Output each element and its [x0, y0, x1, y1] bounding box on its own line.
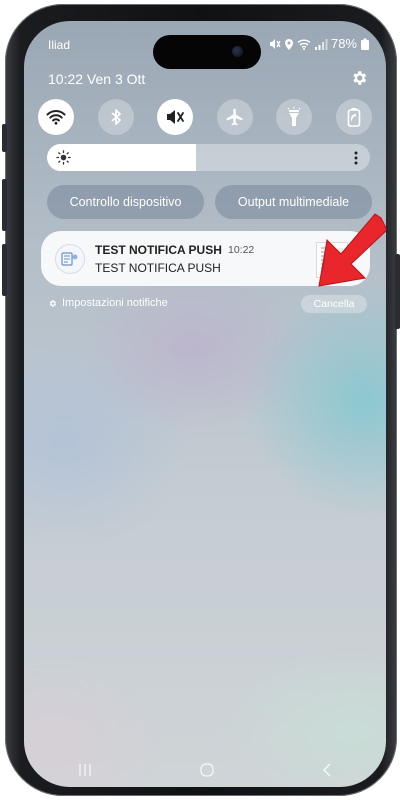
red-arrow-icon: [318, 213, 386, 287]
status-icons: 78%: [269, 36, 370, 51]
clear-button[interactable]: Cancella: [301, 295, 367, 313]
sun-icon: [56, 150, 71, 165]
recents-icon[interactable]: [77, 763, 93, 777]
notification-settings-label: Impostazioni notifiche: [62, 297, 168, 309]
carrier-name: Iliad: [48, 38, 71, 52]
device-control-button[interactable]: Controllo dispositivo: [47, 185, 204, 219]
brightness-slider[interactable]: [47, 144, 370, 171]
back-icon[interactable]: [321, 762, 333, 778]
flashlight-icon: [287, 107, 301, 126]
mute-icon: [167, 110, 185, 124]
home-icon[interactable]: [199, 762, 215, 778]
camera-icon: [232, 46, 243, 57]
power-button: [395, 254, 400, 329]
volume-down-button: [2, 244, 7, 296]
airplane-icon: [226, 108, 243, 126]
notification-title: TEST NOTIFICA PUSH: [95, 243, 222, 257]
quick-settings-row: [38, 99, 372, 135]
notification-settings-link[interactable]: Impostazioni notifiche: [48, 297, 168, 309]
location-icon: [284, 38, 293, 50]
app-icon: [55, 244, 85, 274]
wifi-icon: [46, 110, 66, 125]
screen: Iliad 78% 10:22 Ven 3 Ott Controllo disp…: [24, 21, 386, 787]
small-gear-icon: [49, 299, 57, 307]
phone-frame: Iliad 78% 10:22 Ven 3 Ott Controllo disp…: [2, 4, 400, 796]
signal-icon: [314, 38, 328, 50]
qs-power-saving[interactable]: [335, 99, 372, 135]
date-time: 10:22 Ven 3 Ott: [48, 71, 146, 87]
battery-percent: 78%: [330, 36, 357, 51]
volume-up-button: [2, 179, 7, 231]
action-button: [2, 124, 7, 152]
battery-icon: [361, 38, 369, 50]
gear-icon[interactable]: [350, 69, 368, 87]
qs-flashlight[interactable]: [276, 99, 313, 135]
navigation-bar: [24, 753, 386, 787]
dynamic-island: [153, 35, 261, 69]
notification-body: TEST NOTIFICA PUSH: [95, 261, 221, 275]
qs-wifi[interactable]: [38, 99, 74, 135]
notification-app-icon: [61, 252, 78, 266]
notification-time: 10:22: [228, 244, 255, 256]
qs-bluetooth[interactable]: [97, 99, 134, 135]
mute-status-icon: [269, 38, 281, 49]
power-saving-icon: [347, 108, 361, 127]
more-options-icon[interactable]: [354, 151, 358, 165]
qs-mute[interactable]: [157, 99, 194, 135]
wifi-status-icon: [297, 39, 311, 50]
bluetooth-icon: [111, 109, 121, 125]
qs-airplane[interactable]: [216, 99, 253, 135]
